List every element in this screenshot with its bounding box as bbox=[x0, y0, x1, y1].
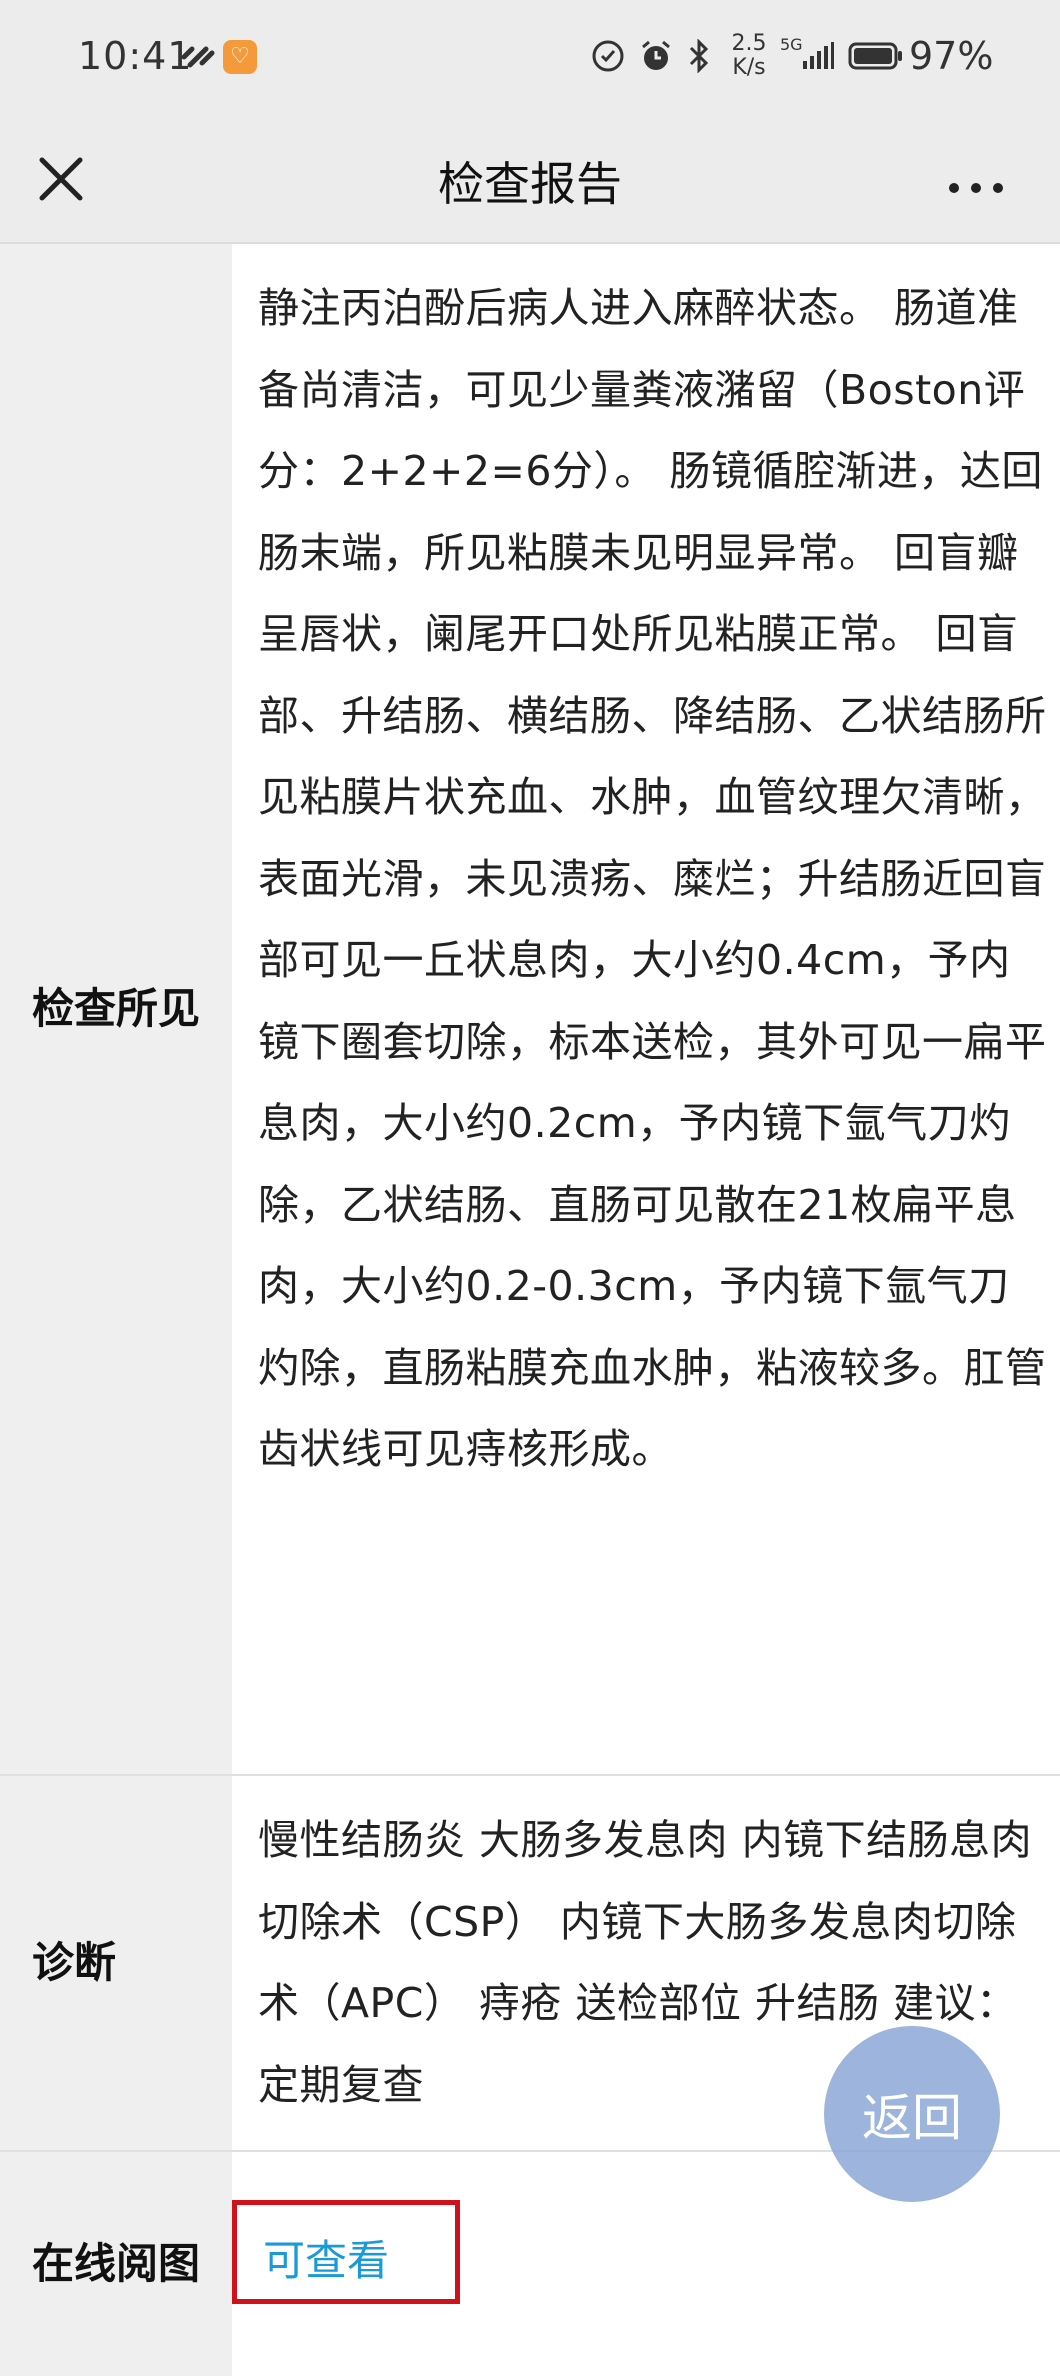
network-speed: 2.5 K/s bbox=[731, 31, 767, 80]
network-type-label: 5G bbox=[780, 35, 803, 54]
findings-label-cell: 检查所见 bbox=[0, 244, 232, 1774]
online-image-label: 在线阅图 bbox=[32, 2239, 201, 2288]
online-image-label-cell: 在线阅图 bbox=[0, 2152, 232, 2376]
findings-row: 检查所见 静注丙泊酚后病人进入麻醉状态。 肠道准备尚清洁，可见少量粪液潴留（Bo… bbox=[0, 244, 1060, 1776]
signal-icon bbox=[800, 38, 836, 74]
app-notification-icon: ♡ bbox=[223, 40, 257, 74]
view-image-link[interactable]: 可查看 bbox=[263, 2227, 389, 2288]
battery-icon bbox=[848, 38, 904, 74]
top-nav-bar: 检查报告 bbox=[0, 118, 1060, 244]
status-bar: 10:41 ♡ 2.5 K/s 5G 97% bbox=[0, 0, 1060, 118]
findings-label: 检查所见 bbox=[32, 984, 201, 1033]
diagnosis-label-cell: 诊断 bbox=[0, 1776, 232, 2150]
battery-percent: 97% bbox=[909, 34, 994, 78]
nfc-icon bbox=[590, 38, 626, 74]
bluetooth-icon bbox=[684, 38, 714, 74]
more-options-button[interactable] bbox=[940, 140, 1012, 212]
page-title: 检查报告 bbox=[438, 157, 622, 211]
findings-text: 静注丙泊酚后病人进入麻醉状态。 肠道准备尚清洁，可见少量粪液潴留（Boston评… bbox=[258, 284, 1047, 1473]
status-time: 10:41 bbox=[78, 34, 193, 78]
alarm-icon bbox=[638, 38, 674, 74]
app-screen: 10:41 ♡ 2.5 K/s 5G 97% 检查报告 检查所见 静注丙泊酚后病… bbox=[0, 0, 1060, 2376]
diagnosis-label: 诊断 bbox=[32, 1938, 117, 1987]
return-button[interactable]: 返回 bbox=[824, 2026, 1000, 2202]
findings-value-cell: 静注丙泊酚后病人进入麻醉状态。 肠道准备尚清洁，可见少量粪液潴留（Boston评… bbox=[232, 244, 1060, 1774]
close-button[interactable] bbox=[30, 140, 92, 212]
close-icon bbox=[39, 157, 83, 201]
link-icon bbox=[180, 38, 216, 74]
view-image-link-box[interactable]: 可查看 bbox=[232, 2200, 460, 2304]
more-icon bbox=[949, 183, 1003, 193]
